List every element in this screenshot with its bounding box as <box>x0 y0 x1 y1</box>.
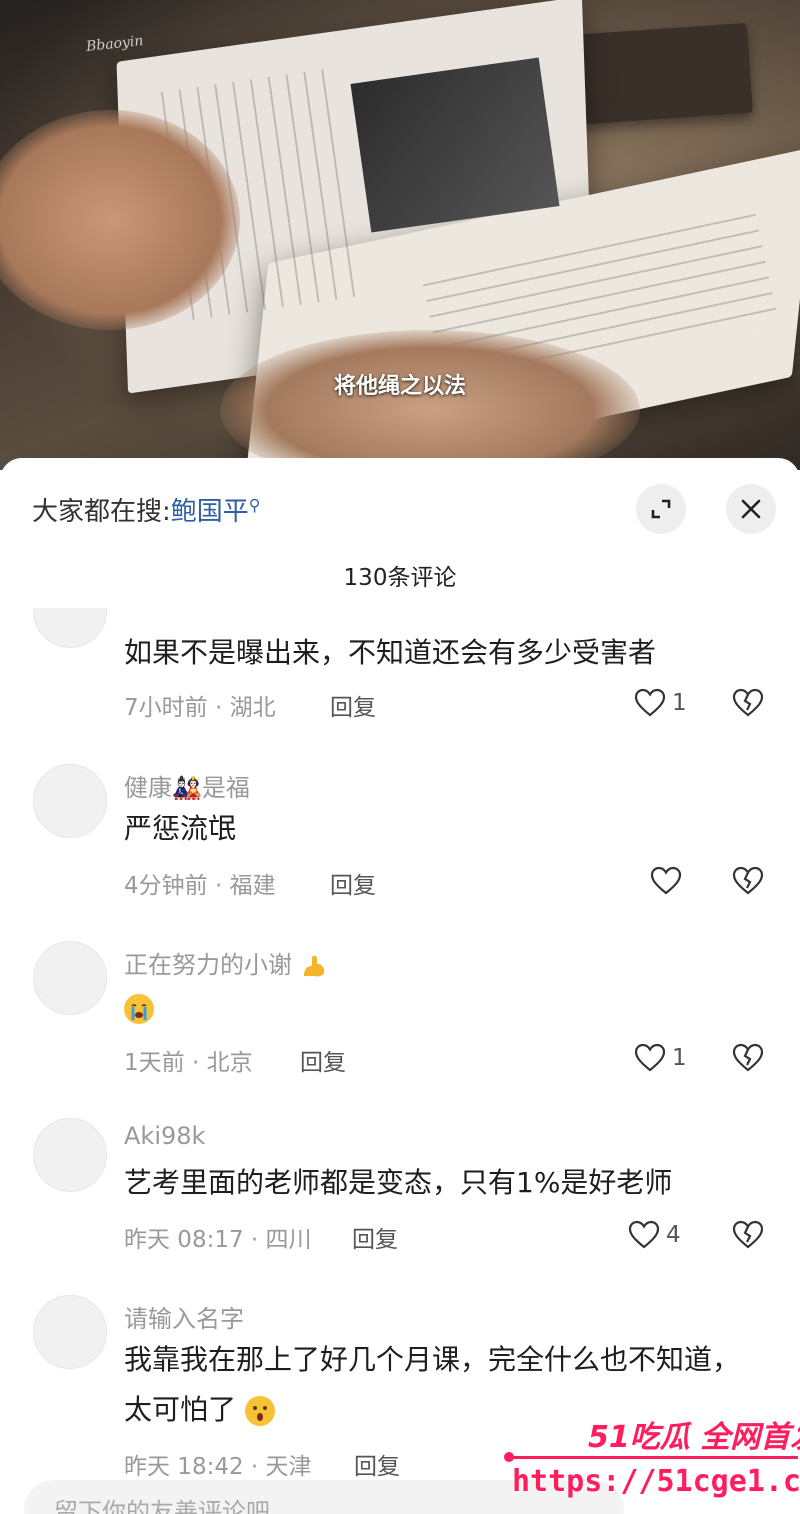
comment-username[interactable]: 请输入名字 <box>124 1299 244 1334</box>
dislike-button[interactable] <box>732 1043 764 1077</box>
comment-text: 严惩流氓 <box>124 812 237 845</box>
dislike-button[interactable] <box>732 1220 764 1254</box>
heart-icon <box>634 688 666 717</box>
heart-icon <box>650 866 682 895</box>
comment-meta: 4分钟前 · 福建 <box>124 873 276 899</box>
comment-input-placeholder: 留下你的友善评论吧... <box>54 1498 293 1514</box>
reply-button[interactable]: 回复 <box>330 688 376 722</box>
reply-button[interactable]: 回复 <box>352 1220 398 1254</box>
trending-search[interactable]: 大家都在搜:鲍国平⚲ <box>32 491 261 528</box>
dislike-button[interactable] <box>732 688 764 722</box>
search-icon: ⚲ <box>248 495 261 515</box>
dislike-button[interactable] <box>732 866 764 900</box>
reply-button[interactable]: 回复 <box>354 1447 400 1478</box>
like-count: 1 <box>672 1045 687 1071</box>
crying-face-emoji <box>124 994 154 1024</box>
flexed-biceps-emoji <box>300 952 328 980</box>
reply-button[interactable]: 回复 <box>300 1043 346 1077</box>
avatar[interactable] <box>33 1295 107 1369</box>
video-subtitle: 将他绳之以法 <box>333 374 466 399</box>
comment-meta: 1天前 · 北京 <box>124 1050 253 1076</box>
broken-heart-icon <box>732 1220 764 1249</box>
comment-panel: 大家都在搜:鲍国平⚲ 130条评论 如果不是曝出来，不知道还会有多少受害者 7小… <box>0 458 800 1514</box>
broken-heart-icon <box>732 866 764 895</box>
expand-button[interactable] <box>636 484 686 534</box>
comment-username[interactable]: Aki98k <box>124 1122 205 1150</box>
comment-username[interactable]: 正在努力的小谢 <box>124 945 328 980</box>
comment-meta: 昨天 08:17 · 四川 <box>124 1227 312 1253</box>
like-button[interactable]: 1 <box>634 688 687 718</box>
brand-watermark: 51吃瓜 全网首发 https://51cge1.com <box>500 1412 800 1512</box>
like-button[interactable]: 4 <box>628 1220 681 1250</box>
avatar[interactable] <box>33 1118 107 1192</box>
heart-icon <box>628 1220 660 1249</box>
like-count: 4 <box>666 1222 681 1248</box>
like-count: 1 <box>672 690 687 716</box>
brand-url: https://51cge1.com <box>512 1464 800 1499</box>
comment-text <box>124 983 744 1033</box>
comment-meta: 昨天 18:42 · 天津 <box>124 1454 312 1478</box>
comment-text: 如果不是曝出来，不知道还会有多少受害者 <box>124 636 657 669</box>
close-icon <box>741 499 761 519</box>
close-button[interactable] <box>726 484 776 534</box>
brand-logo: 51吃瓜 全网首发 <box>588 1420 800 1455</box>
brand-rule <box>508 1456 798 1459</box>
like-button[interactable] <box>650 866 682 896</box>
expand-icon <box>651 499 671 519</box>
comment-count-title: 130条评论 <box>343 565 457 591</box>
broken-heart-icon <box>732 1043 764 1072</box>
like-button[interactable]: 1 <box>634 1043 687 1073</box>
heart-icon <box>634 1043 666 1072</box>
comment-text: 艺考里面的老师都是变态，只有1%是好老师 <box>124 1166 673 1199</box>
reply-button[interactable]: 回复 <box>330 866 376 900</box>
search-prefix: 大家都在搜: <box>32 497 171 527</box>
avatar[interactable] <box>33 608 107 648</box>
avatar[interactable] <box>33 764 107 838</box>
avatar[interactable] <box>33 941 107 1015</box>
username-text: 正在努力的小谢 <box>124 951 292 979</box>
broken-heart-icon <box>732 688 764 717</box>
astonished-face-emoji <box>244 1396 275 1426</box>
comment-meta: 7小时前 · 湖北 <box>124 695 276 721</box>
comment-list[interactable]: 如果不是曝出来，不知道还会有多少受害者 7小时前 · 湖北 回复 1 健康🎎是福… <box>0 608 800 1478</box>
comment-username[interactable]: 健康🎎是福 <box>124 768 250 803</box>
search-keyword[interactable]: 鲍国平 <box>171 497 249 527</box>
video-photo <box>350 57 560 233</box>
